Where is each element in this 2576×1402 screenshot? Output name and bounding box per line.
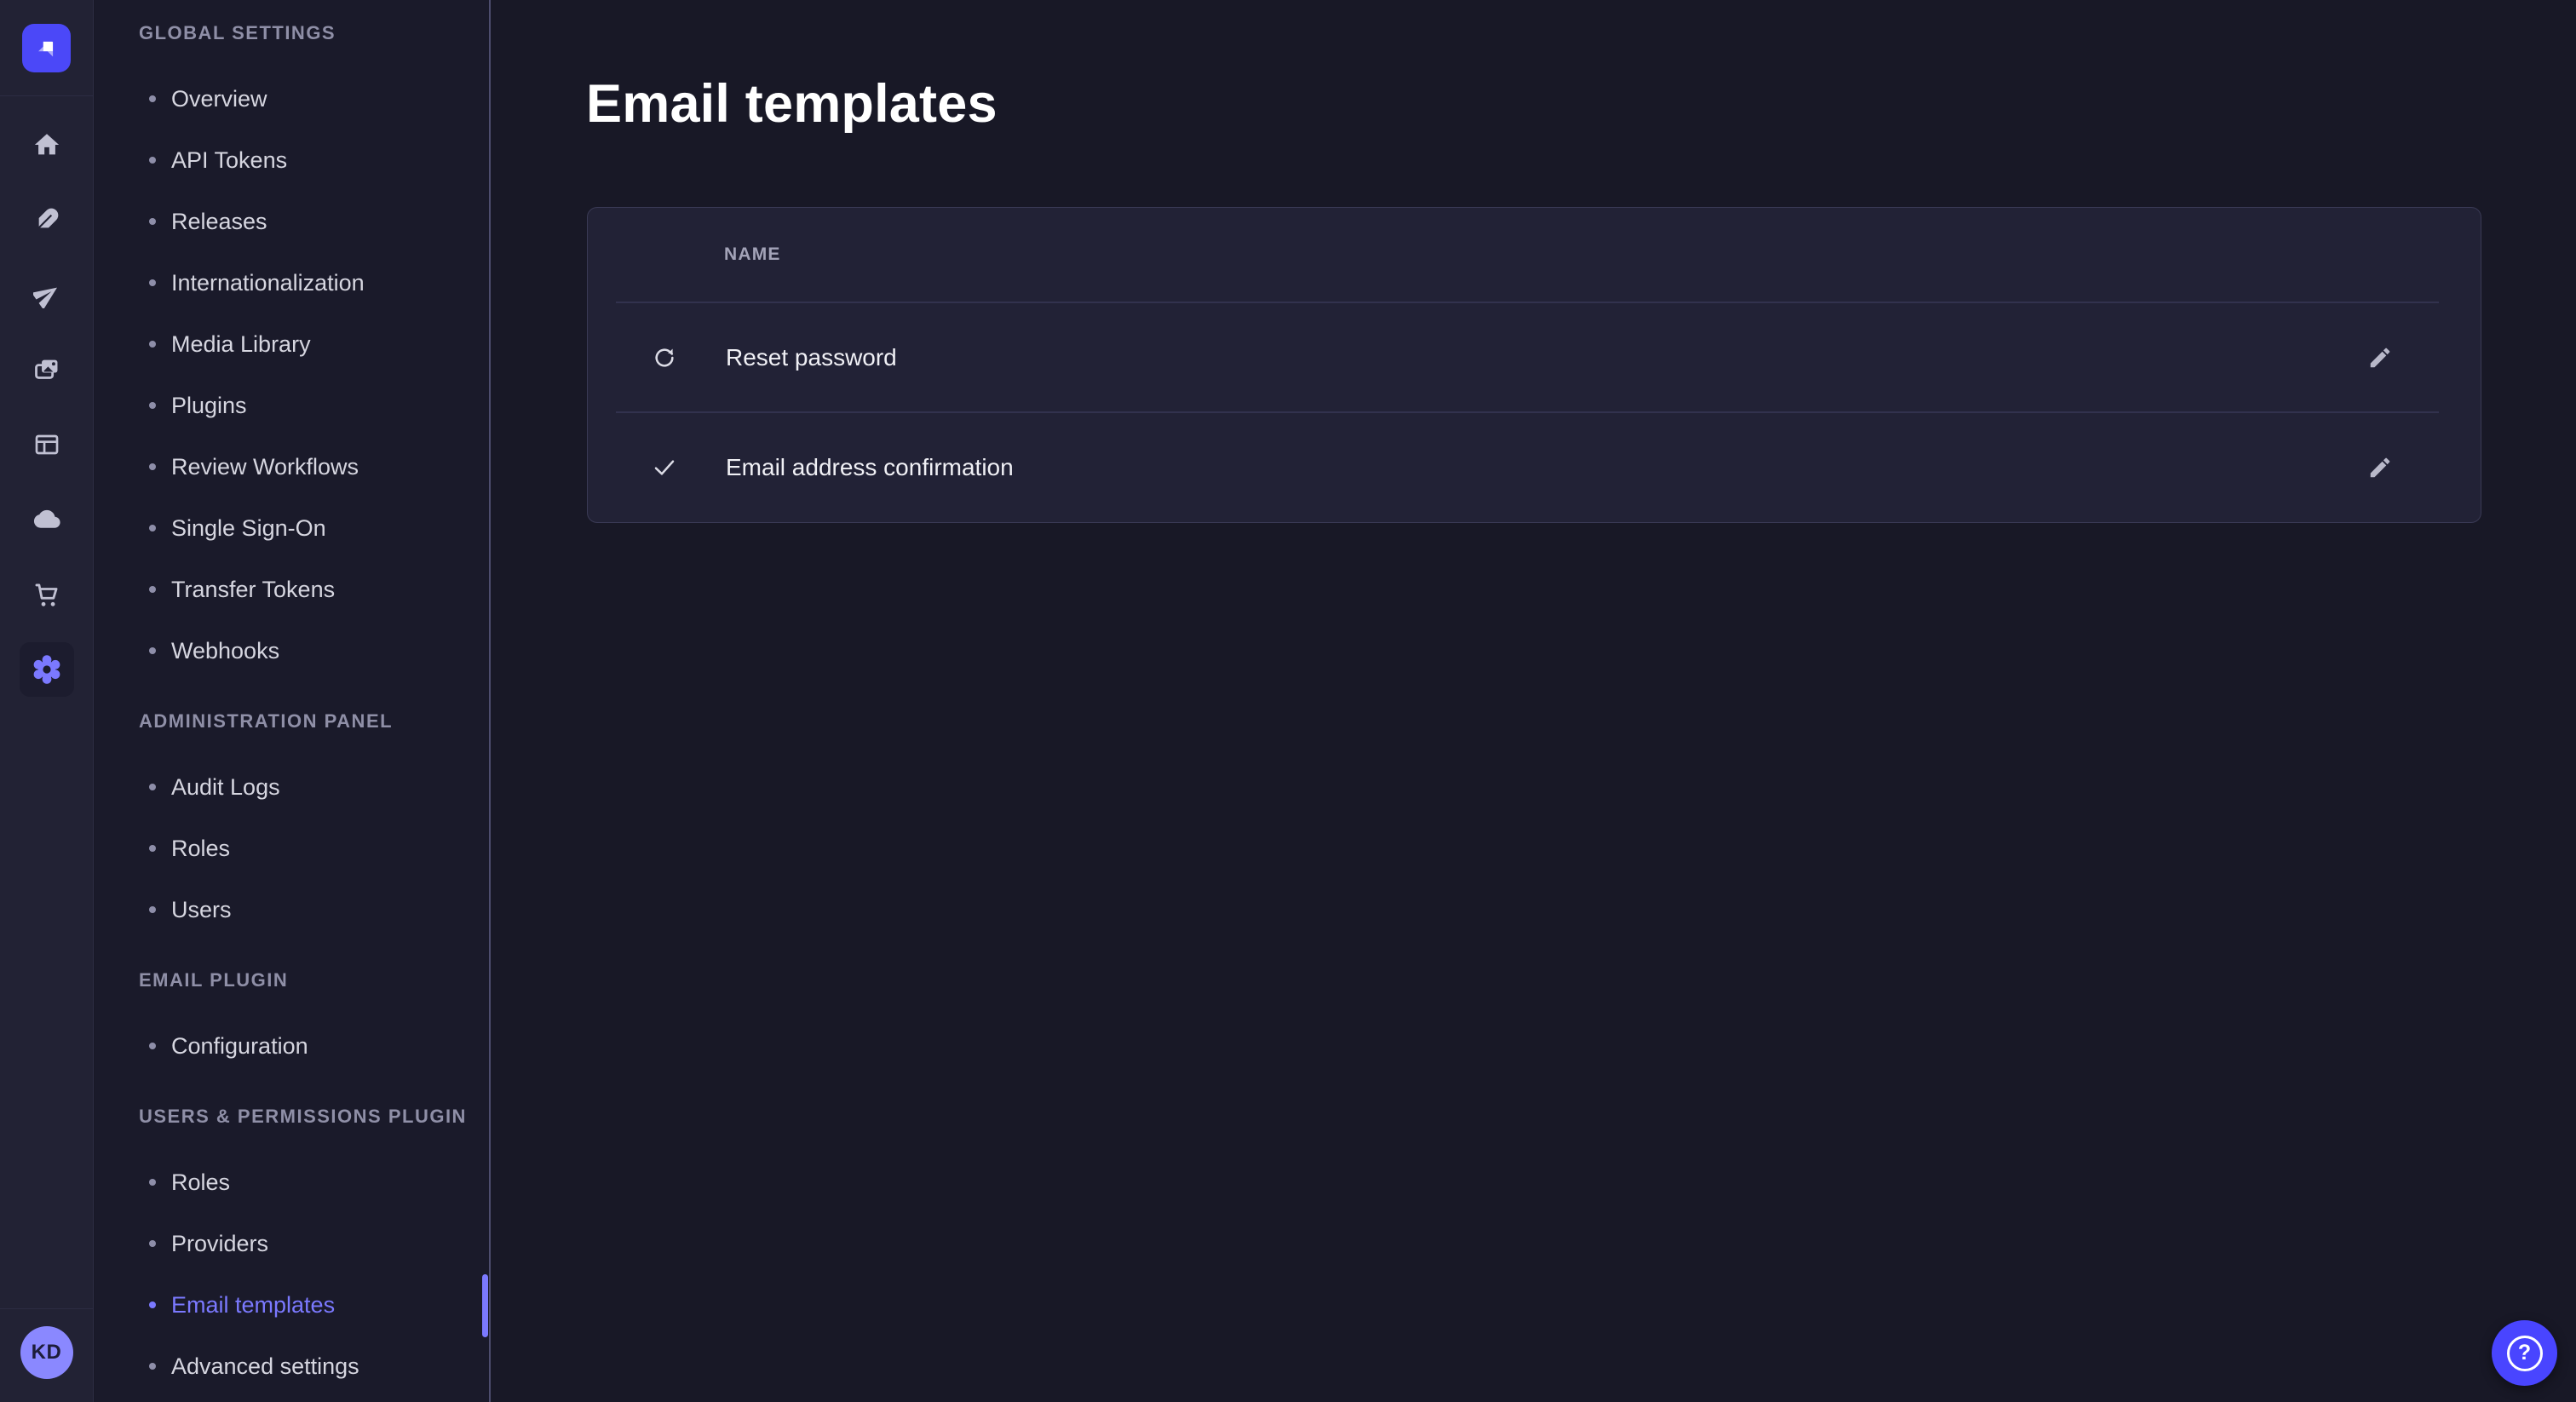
bullet-icon bbox=[149, 341, 156, 348]
sidebar-item-label: Overview bbox=[171, 86, 267, 112]
sidebar-item-admin-users[interactable]: Users bbox=[95, 879, 489, 940]
sidebar-item-api-tokens[interactable]: API Tokens bbox=[95, 129, 489, 191]
bullet-icon bbox=[149, 1179, 156, 1186]
sidebar-item-media-library[interactable]: Media Library bbox=[95, 313, 489, 375]
table-header-row: NAME bbox=[588, 208, 2481, 302]
sidebar-item-review-workflows[interactable]: Review Workflows bbox=[95, 436, 489, 497]
bullet-icon bbox=[149, 586, 156, 593]
cart-icon[interactable] bbox=[9, 557, 84, 632]
nav-section-global-settings: GLOBAL SETTINGS Overview API Tokens Rele… bbox=[95, 0, 489, 681]
sidebar-item-label: Providers bbox=[171, 1231, 268, 1257]
sidebar-item-label: Users bbox=[171, 897, 232, 923]
sidebar-item-advanced-settings[interactable]: Advanced settings bbox=[95, 1336, 489, 1397]
sidebar-item-label: Configuration bbox=[171, 1033, 308, 1060]
logo-cell bbox=[0, 0, 93, 96]
home-icon[interactable] bbox=[9, 107, 84, 182]
sidebar-item-releases[interactable]: Releases bbox=[95, 191, 489, 252]
rail-divider bbox=[0, 1308, 93, 1309]
sidebar-item-webhooks[interactable]: Webhooks bbox=[95, 620, 489, 681]
rail-bottom: KD bbox=[0, 1308, 93, 1402]
bullet-icon bbox=[149, 845, 156, 852]
sidebar-item-providers[interactable]: Providers bbox=[95, 1213, 489, 1274]
page-title: Email templates bbox=[586, 77, 998, 131]
sidebar-item-label: Releases bbox=[171, 209, 267, 235]
nav-section-title: USERS & PERMISSIONS PLUGIN bbox=[139, 1106, 489, 1128]
sidebar-item-label: Email templates bbox=[171, 1292, 335, 1319]
settings-gear-icon[interactable] bbox=[9, 632, 84, 707]
feather-icon[interactable] bbox=[9, 182, 84, 257]
sidebar-item-overview[interactable]: Overview bbox=[95, 68, 489, 129]
bullet-icon bbox=[149, 1240, 156, 1247]
template-name: Reset password bbox=[726, 344, 897, 371]
bullet-icon bbox=[149, 906, 156, 913]
column-header-name: NAME bbox=[724, 244, 781, 265]
sidebar-item-label: API Tokens bbox=[171, 147, 287, 174]
sidebar-item-audit-logs[interactable]: Audit Logs bbox=[95, 756, 489, 818]
sidebar-item-up-roles[interactable]: Roles bbox=[95, 1152, 489, 1213]
nav-scrollbar-thumb[interactable] bbox=[482, 1274, 488, 1337]
settings-subnav: GLOBAL SETTINGS Overview API Tokens Rele… bbox=[95, 0, 491, 1402]
bullet-icon bbox=[149, 647, 156, 654]
pencil-icon[interactable] bbox=[2361, 339, 2399, 376]
sidebar-item-label: Internationalization bbox=[171, 270, 365, 296]
sidebar-item-label: Review Workflows bbox=[171, 454, 359, 480]
settings-active-background bbox=[20, 642, 74, 697]
table-row-reset-password[interactable]: Reset password bbox=[588, 303, 2481, 411]
layout-icon[interactable] bbox=[9, 407, 84, 482]
bullet-icon bbox=[149, 1363, 156, 1370]
bullet-icon bbox=[149, 1043, 156, 1049]
rail-icon-list bbox=[9, 96, 84, 707]
sidebar-item-transfer-tokens[interactable]: Transfer Tokens bbox=[95, 559, 489, 620]
pencil-icon[interactable] bbox=[2361, 449, 2399, 486]
cloud-icon[interactable] bbox=[9, 482, 84, 557]
question-circle-icon: ? bbox=[2507, 1336, 2543, 1371]
nav-section-title: GLOBAL SETTINGS bbox=[139, 0, 489, 44]
sidebar-item-label: Roles bbox=[171, 836, 230, 862]
bullet-icon bbox=[149, 784, 156, 790]
table-row-email-confirmation[interactable]: Email address confirmation bbox=[588, 413, 2481, 521]
sidebar-item-label: Webhooks bbox=[171, 638, 279, 664]
sidebar-item-label: Advanced settings bbox=[171, 1353, 359, 1380]
sidebar-item-label: Single Sign-On bbox=[171, 515, 326, 542]
media-icon[interactable] bbox=[9, 332, 84, 407]
sidebar-item-label: Roles bbox=[171, 1169, 230, 1196]
sidebar-item-internationalization[interactable]: Internationalization bbox=[95, 252, 489, 313]
nav-section-users-permissions-plugin: USERS & PERMISSIONS PLUGIN Roles Provide… bbox=[95, 1106, 489, 1397]
help-button[interactable]: ? bbox=[2492, 1320, 2557, 1386]
bullet-icon bbox=[149, 1301, 156, 1308]
nav-section-title: ADMINISTRATION PANEL bbox=[139, 710, 489, 733]
bullet-icon bbox=[149, 525, 156, 531]
sidebar-item-label: Audit Logs bbox=[171, 774, 280, 801]
sidebar-item-single-sign-on[interactable]: Single Sign-On bbox=[95, 497, 489, 559]
bullet-icon bbox=[149, 95, 156, 102]
app-icon-sidebar: KD bbox=[0, 0, 94, 1402]
user-avatar[interactable]: KD bbox=[20, 1326, 73, 1379]
sidebar-item-email-templates[interactable]: Email templates bbox=[95, 1274, 489, 1336]
sidebar-item-label: Transfer Tokens bbox=[171, 577, 335, 603]
strapi-logo-icon bbox=[32, 33, 61, 62]
sidebar-item-admin-roles[interactable]: Roles bbox=[95, 818, 489, 879]
bullet-icon bbox=[149, 463, 156, 470]
bullet-icon bbox=[149, 157, 156, 164]
main-content: Email templates NAME Reset password Emai… bbox=[492, 0, 2576, 1402]
nav-section-administration-panel: ADMINISTRATION PANEL Audit Logs Roles Us… bbox=[95, 710, 489, 940]
nav-section-title: EMAIL PLUGIN bbox=[139, 969, 489, 991]
refresh-icon bbox=[651, 344, 678, 371]
strapi-logo[interactable] bbox=[22, 24, 71, 72]
sidebar-item-label: Plugins bbox=[171, 393, 247, 419]
bullet-icon bbox=[149, 279, 156, 286]
check-icon bbox=[651, 454, 678, 481]
sidebar-item-plugins[interactable]: Plugins bbox=[95, 375, 489, 436]
template-name: Email address confirmation bbox=[726, 454, 1014, 481]
send-icon[interactable] bbox=[9, 257, 84, 332]
email-templates-table: NAME Reset password Email address confir… bbox=[587, 207, 2481, 523]
bullet-icon bbox=[149, 218, 156, 225]
sidebar-item-email-configuration[interactable]: Configuration bbox=[95, 1015, 489, 1077]
sidebar-item-label: Media Library bbox=[171, 331, 311, 358]
nav-section-email-plugin: EMAIL PLUGIN Configuration bbox=[95, 969, 489, 1077]
bullet-icon bbox=[149, 402, 156, 409]
